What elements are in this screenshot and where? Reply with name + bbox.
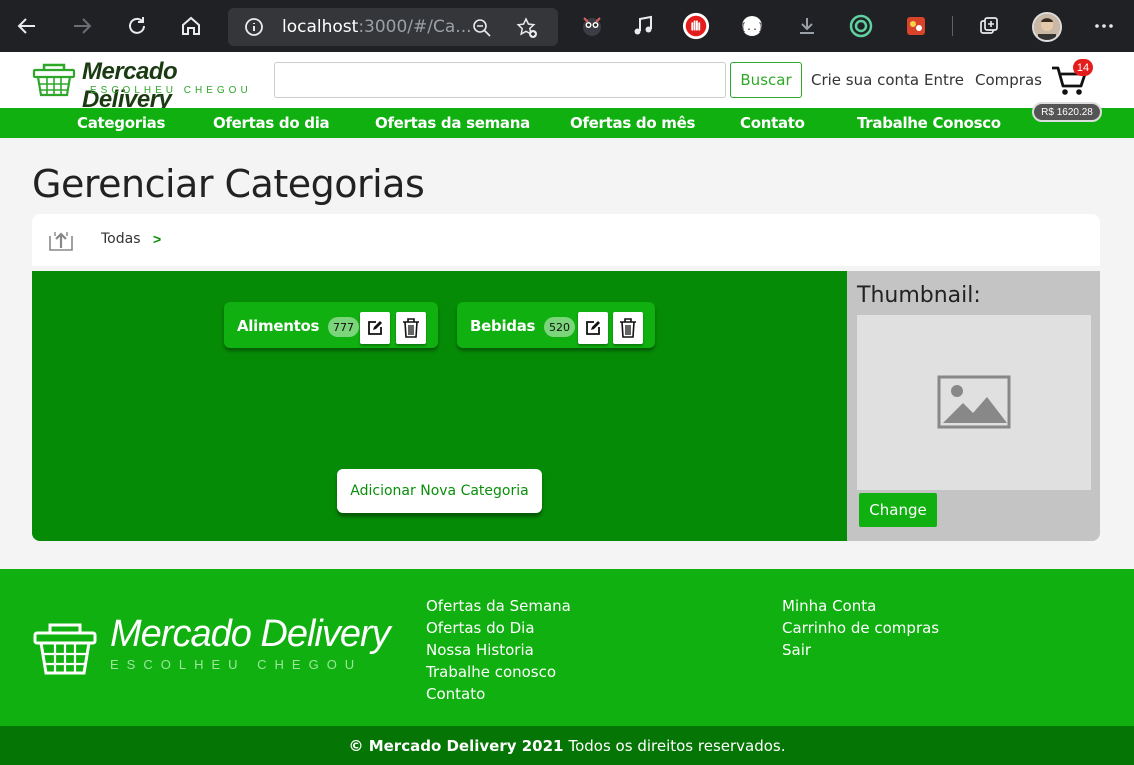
copyright-brand: © Mercado Delivery 2021 <box>348 736 564 755</box>
footer-link-ofertas-dia[interactable]: Ofertas do Dia <box>426 617 571 639</box>
edit-icon <box>586 321 600 335</box>
back-icon[interactable] <box>11 10 43 42</box>
category-count-badge: 520 <box>544 317 575 337</box>
home-icon[interactable] <box>175 10 207 42</box>
more-menu-icon[interactable] <box>1090 12 1118 40</box>
create-account-link[interactable]: Crie sua conta <box>811 71 919 89</box>
site-logo[interactable]: Mercado Delivery ESCOLHEU CHEGOU <box>32 58 267 113</box>
url-text: localhost:3000/#/Ca... <box>282 17 472 37</box>
go-up-icon[interactable] <box>48 228 74 252</box>
thumbnail-panel: Thumbnail: Change <box>847 271 1100 541</box>
toolbar-divider <box>952 16 953 36</box>
extension-target-icon[interactable] <box>847 12 875 40</box>
category-card[interactable]: Bebidas 520 <box>457 302 655 348</box>
address-bar[interactable]: localhost:3000/#/Ca... <box>228 8 558 46</box>
footer-links-column: Ofertas da Semana Ofertas do Dia Nossa H… <box>426 595 571 705</box>
footer-link-contato[interactable]: Contato <box>426 683 571 705</box>
download-icon[interactable] <box>793 12 821 40</box>
image-placeholder-icon <box>937 375 1011 429</box>
music-note-icon[interactable] <box>629 12 657 40</box>
category-name: Bebidas <box>470 317 536 335</box>
add-category-button[interactable]: Adicionar Nova Categoria <box>337 469 542 513</box>
footer-link-carrinho[interactable]: Carrinho de compras <box>782 617 939 639</box>
reload-icon[interactable] <box>121 10 153 42</box>
delete-button[interactable] <box>613 312 643 344</box>
footer-account-column: Minha Conta Carrinho de compras Sair <box>782 595 939 661</box>
site-footer: Mercado Delivery ESCOLHEU CHEGOU Ofertas… <box>0 569 1134 726</box>
category-name: Alimentos <box>237 317 320 335</box>
page-title: Gerenciar Categorias <box>32 162 425 206</box>
change-thumbnail-button[interactable]: Change <box>859 493 937 527</box>
edit-button[interactable] <box>578 312 608 344</box>
cart-total-badge: R$ 1620.28 <box>1032 102 1102 122</box>
basket-logo-icon <box>33 623 97 675</box>
footer-link-sair[interactable]: Sair <box>782 639 939 661</box>
thumbnail-preview <box>857 315 1091 490</box>
edit-icon <box>368 321 382 335</box>
footer-logo-title: Mercado Delivery <box>110 613 391 655</box>
favorite-add-icon[interactable] <box>516 17 538 39</box>
extension-puzzle-icon[interactable] <box>902 12 930 40</box>
svg-text:{..}: {..} <box>740 22 764 33</box>
footer-logo-tagline: ESCOLHEU CHEGOU <box>110 657 363 672</box>
extension-ghost-icon[interactable] <box>578 12 606 40</box>
nav-item-ofertas-mes[interactable]: Ofertas do mês <box>570 114 695 132</box>
footer-link-minha-conta[interactable]: Minha Conta <box>782 595 939 617</box>
breadcrumb: Todas > <box>32 214 1100 266</box>
cart-count-badge: 14 <box>1073 59 1093 76</box>
adblock-hand-icon[interactable] <box>682 12 710 40</box>
forward-icon[interactable] <box>66 10 98 42</box>
nav-item-categorias[interactable]: Categorias <box>77 114 165 132</box>
footer-link-nossa-historia[interactable]: Nossa Historia <box>426 639 571 661</box>
trash-icon <box>620 318 636 338</box>
category-area: Alimentos 777 Bebidas 520 Adicionar Nova… <box>32 271 847 541</box>
info-icon[interactable] <box>244 17 264 37</box>
nav-item-contato[interactable]: Contato <box>740 114 805 132</box>
edit-button[interactable] <box>360 312 390 344</box>
nav-item-trabalhe-conosco[interactable]: Trabalhe Conosco <box>857 114 1001 132</box>
basket-logo-icon <box>32 63 76 97</box>
browser-toolbar: localhost:3000/#/Ca... {..} <box>0 0 1134 52</box>
category-count-badge: 777 <box>328 317 359 337</box>
profile-avatar[interactable] <box>1032 12 1062 42</box>
purchases-link[interactable]: Compras <box>975 71 1042 89</box>
thumbnail-title: Thumbnail: <box>857 283 981 308</box>
main-nav: Categorias Ofertas do dia Ofertas da sem… <box>0 108 1134 138</box>
breadcrumb-separator: > <box>153 231 162 247</box>
copyright-bar: © Mercado Delivery 2021 Todos os direito… <box>0 726 1134 765</box>
footer-link-trabalhe-conosco[interactable]: Trabalhe conosco <box>426 661 571 683</box>
json-extension-icon[interactable]: {..} <box>738 12 766 40</box>
nav-item-ofertas-dia[interactable]: Ofertas do dia <box>213 114 330 132</box>
nav-item-ofertas-semana[interactable]: Ofertas da semana <box>375 114 530 132</box>
login-link[interactable]: Entre <box>924 71 964 89</box>
search-button[interactable]: Buscar <box>730 62 802 98</box>
trash-icon <box>403 318 419 338</box>
copyright-text: Todos os direitos reservados. <box>568 736 786 755</box>
category-card[interactable]: Alimentos 777 <box>224 302 438 348</box>
footer-link-ofertas-semana[interactable]: Ofertas da Semana <box>426 595 571 617</box>
search-input[interactable] <box>274 62 726 98</box>
delete-button[interactable] <box>396 312 426 344</box>
collections-icon[interactable] <box>975 12 1003 40</box>
breadcrumb-item-todas[interactable]: Todas <box>101 231 141 247</box>
zoom-icon[interactable] <box>472 18 492 38</box>
logo-tagline: ESCOLHEU CHEGOU <box>90 85 252 96</box>
footer-logo: Mercado Delivery ESCOLHEU CHEGOU <box>32 613 392 683</box>
